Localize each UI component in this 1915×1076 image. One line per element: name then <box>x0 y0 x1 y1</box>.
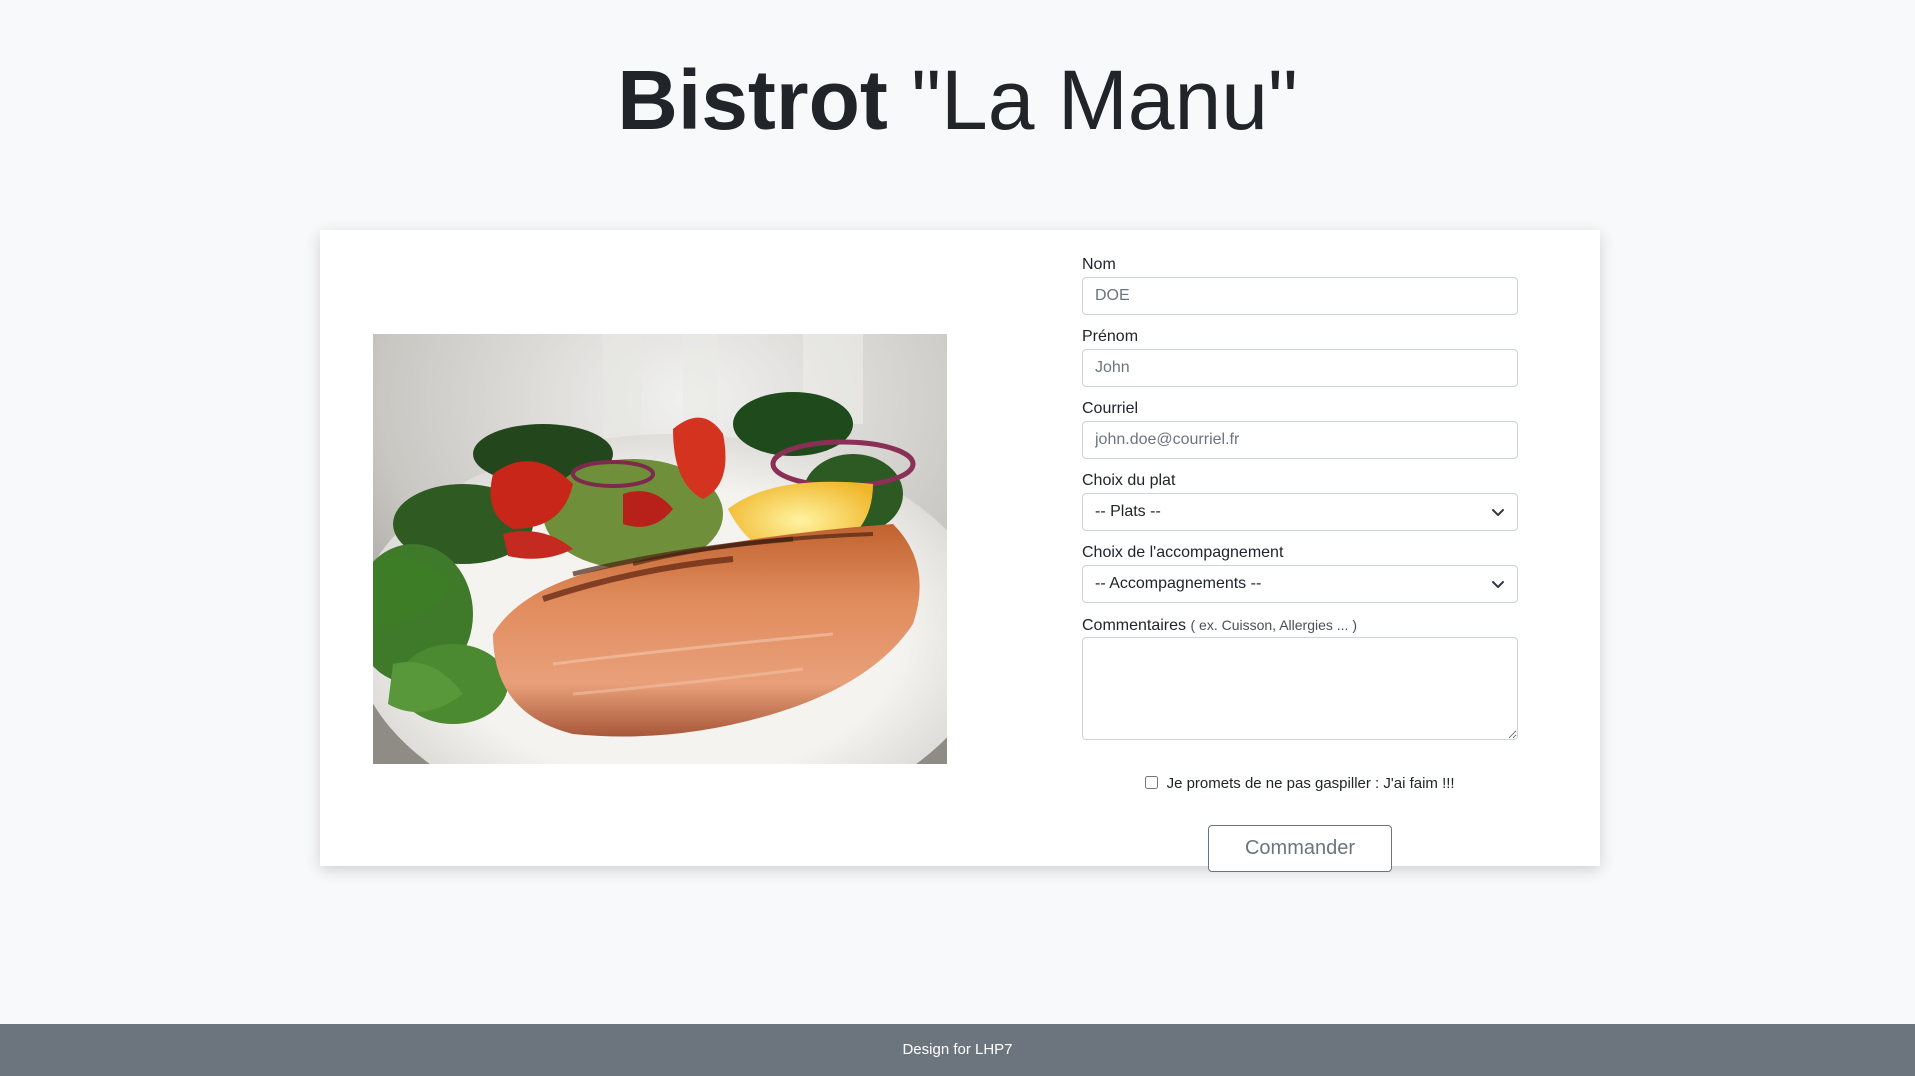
courriel-label: Courriel <box>1082 400 1139 417</box>
nom-label: Nom <box>1082 256 1116 273</box>
site-title: Bistrot "La Manu" <box>0 50 1915 150</box>
prenom-label: Prénom <box>1082 328 1139 345</box>
order-card: Nom Prénom Courriel Choix du plat -- Pla… <box>320 230 1600 872</box>
gaspillage-label: Je promets de ne pas gaspiller : J'ai fa… <box>1166 775 1455 792</box>
chevron-down-icon <box>1492 509 1504 516</box>
site-title-light: "La Manu" <box>911 53 1298 147</box>
commentaires-label: Commentaires ( ex. Cuisson, Allergies ..… <box>1082 616 1518 634</box>
nom-input[interactable] <box>1082 277 1518 315</box>
gaspillage-check-row: Je promets de ne pas gaspiller : J'ai fa… <box>1082 774 1518 794</box>
order-form: Nom Prénom Courriel Choix du plat -- Pla… <box>1082 256 1518 872</box>
accompagnement-selected-value: -- Accompagnements -- <box>1095 575 1262 592</box>
plat-select[interactable]: -- Plats -- <box>1082 493 1518 531</box>
site-title-bold: Bistrot <box>617 53 888 147</box>
salmon-dish-image <box>373 334 947 764</box>
footer-text: Design for LHP7 <box>902 1041 1013 1058</box>
plat-selected-value: -- Plats -- <box>1095 503 1161 520</box>
plat-label: Choix du plat <box>1082 472 1176 489</box>
chevron-down-icon <box>1492 581 1504 588</box>
commander-button[interactable]: Commander <box>1208 825 1392 872</box>
gaspillage-checkbox[interactable] <box>1145 776 1159 789</box>
commentaires-label-text: Commentaires <box>1082 617 1187 634</box>
courriel-input[interactable] <box>1082 421 1518 459</box>
commentaires-textarea[interactable] <box>1082 637 1518 740</box>
footer: Design for LHP7 <box>0 1024 1915 1076</box>
commentaires-hint: ( ex. Cuisson, Allergies ... ) <box>1190 617 1357 633</box>
prenom-input[interactable] <box>1082 349 1518 387</box>
accompagnement-label: Choix de l'accompagnement <box>1082 544 1284 561</box>
accompagnement-select[interactable]: -- Accompagnements -- <box>1082 565 1518 603</box>
